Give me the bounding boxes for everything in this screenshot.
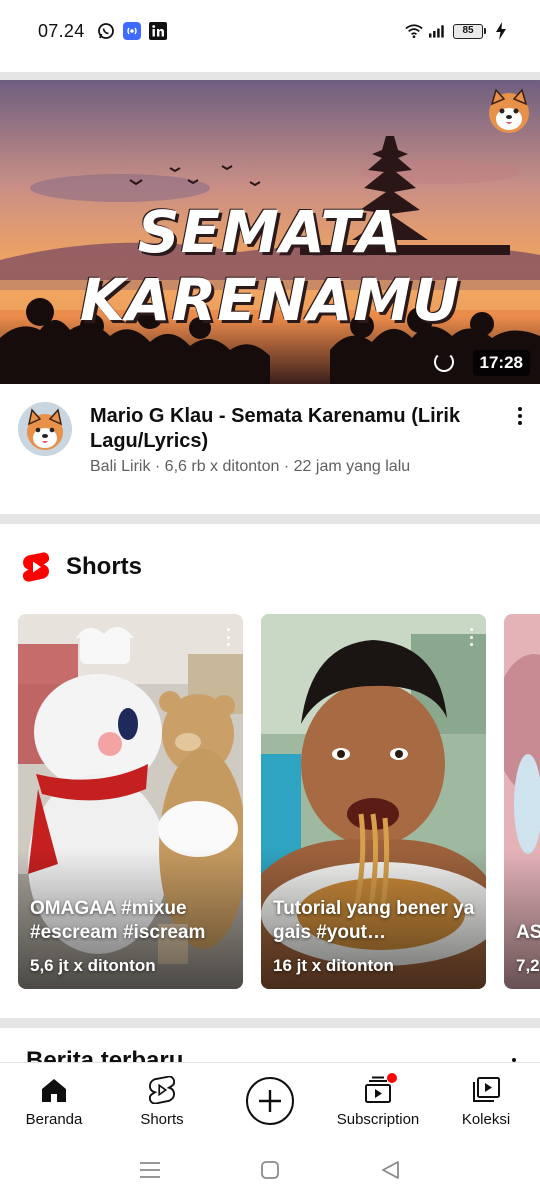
short-card[interactable]: AS @c 7,2 <box>504 614 540 989</box>
notification-icons <box>97 22 167 40</box>
shiba-dog-logo <box>489 88 529 133</box>
short-caption: OMAGAA #mixue #escream #iscream <box>30 898 206 943</box>
nav-library-label: Koleksi <box>461 1111 511 1128</box>
back-button[interactable] <box>378 1158 402 1182</box>
status-bar: 07.24 85 <box>0 0 540 62</box>
hotspot-icon <box>122 22 141 40</box>
duration-badge: 17:28 <box>472 350 530 376</box>
library-icon <box>471 1075 501 1105</box>
nav-subscriptions-label: Subscription <box>336 1111 420 1128</box>
home-icon <box>39 1075 69 1105</box>
notification-dot <box>387 1073 397 1083</box>
charging-icon <box>492 22 510 40</box>
shorts-logo-icon <box>22 552 50 582</box>
video-details[interactable]: Mario G Klau - Semata Karenamu (Lirik La… <box>0 384 540 514</box>
nav-create[interactable] <box>216 1063 324 1140</box>
shiba-avatar-icon <box>18 402 72 456</box>
shorts-icon <box>147 1075 177 1105</box>
wifi-icon <box>405 22 423 40</box>
top-divider <box>0 72 540 80</box>
video-thumbnail[interactable]: SEMATA KARENAMU 17:28 <box>0 80 540 384</box>
section-divider <box>0 1018 540 1028</box>
thumbnail-title-text: SEMATA KARENAMU <box>79 198 461 334</box>
short-card[interactable]: Tutorial yang bener ya gais #yout… 16 jt… <box>261 614 486 989</box>
nav-shorts-label: Shorts <box>140 1111 184 1128</box>
battery-indicator: 85 <box>453 23 486 39</box>
shorts-carousel[interactable]: OMAGAA #mixue #escream #iscream 5,6 jt x… <box>18 614 540 990</box>
home-button[interactable] <box>258 1158 282 1182</box>
short-view-count: 16 jt x ditonton <box>273 956 394 975</box>
short-more-options-button[interactable] <box>466 628 476 646</box>
short-card[interactable]: OMAGAA #mixue #escream #iscream 5,6 jt x… <box>18 614 243 989</box>
channel-avatar[interactable] <box>18 402 72 456</box>
shorts-header: Shorts <box>22 552 142 582</box>
video-more-options-button[interactable] <box>510 404 530 428</box>
system-navigation-bar <box>0 1140 540 1200</box>
whatsapp-icon <box>97 22 115 40</box>
subscriptions-icon <box>363 1073 397 1105</box>
short-view-count: 7,2 <box>516 956 540 975</box>
section-divider <box>0 514 540 524</box>
loading-spinner-icon <box>434 352 454 372</box>
short-caption: Tutorial yang bener ya gais #yout… <box>273 898 475 943</box>
nav-subscriptions[interactable]: Subscription <box>324 1063 432 1140</box>
youtube-home-screen: 07.24 85 SEMATA KARENAMU 17:28 Mario G K… <box>0 0 540 1200</box>
bottom-navigation: Beranda Shorts Subscription Koleksi <box>0 1062 540 1140</box>
status-time: 07.24 <box>38 20 85 41</box>
battery-level: 85 <box>453 23 483 39</box>
signal-icon <box>429 22 447 40</box>
video-metadata: Bali Lirik · 6,6 rb x ditonton · 22 jam … <box>90 458 411 475</box>
nav-library[interactable]: Koleksi <box>432 1063 540 1140</box>
video-title[interactable]: Mario G Klau - Semata Karenamu (Lirik La… <box>90 404 480 454</box>
short-caption: AS @c <box>516 922 540 943</box>
shorts-section-title: Shorts <box>66 553 143 580</box>
nav-shorts[interactable]: Shorts <box>108 1063 216 1140</box>
short-more-options-button[interactable] <box>223 628 233 646</box>
create-icon <box>246 1077 294 1125</box>
short-view-count: 5,6 jt x ditonton <box>30 956 156 975</box>
next-section-heading: Berita terbaru <box>26 1048 184 1062</box>
nav-home[interactable]: Beranda <box>0 1063 108 1140</box>
nav-home-label: Beranda <box>25 1111 83 1128</box>
system-indicators: 85 <box>405 22 510 40</box>
linkedin-icon <box>148 22 167 40</box>
recent-apps-button[interactable] <box>138 1158 162 1182</box>
